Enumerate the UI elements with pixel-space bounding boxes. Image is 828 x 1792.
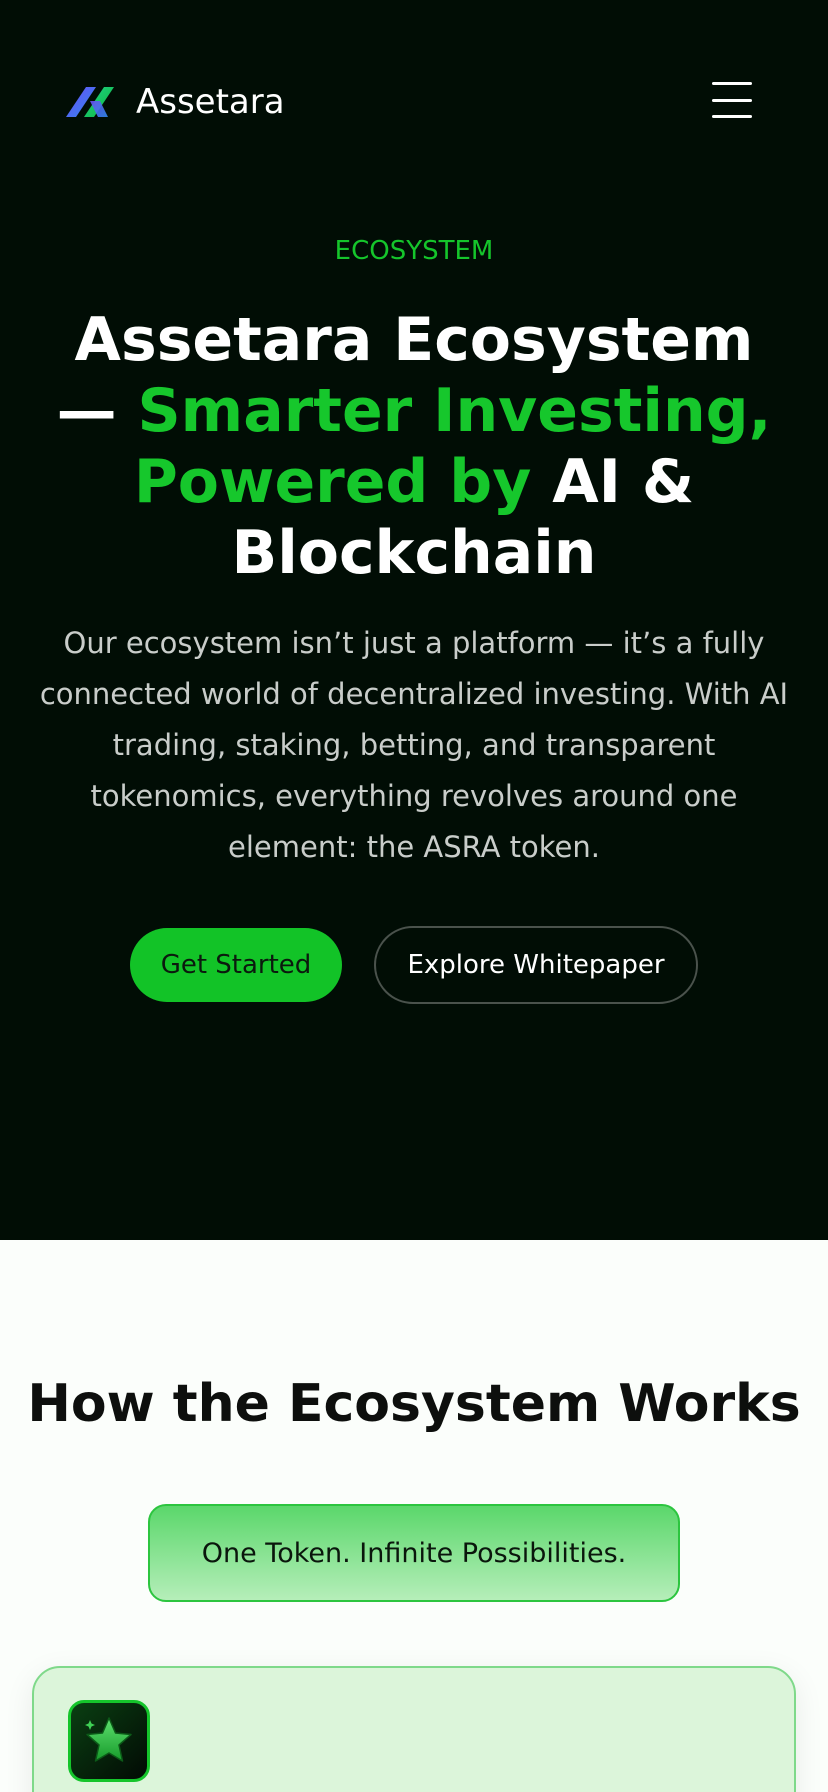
star-icon xyxy=(85,1717,132,1762)
card-icon-container xyxy=(68,1700,150,1782)
tagline-badge: One Token. Infinite Possibilities. xyxy=(148,1504,680,1602)
hamburger-menu-icon[interactable] xyxy=(712,82,752,118)
section-eyebrow: ECOSYSTEM xyxy=(334,236,494,266)
explore-whitepaper-button[interactable]: Explore Whitepaper xyxy=(374,926,698,1004)
ecosystem-section-title: How the Ecosystem Works xyxy=(27,1374,801,1434)
menu-line xyxy=(712,115,752,118)
brand-name: Assetara xyxy=(136,82,285,122)
hero-title: Assetara Ecosystem — Smarter Investing, … xyxy=(40,305,788,589)
assetara-logo-icon xyxy=(66,87,114,117)
hero-description: Our ecosystem isn’t just a platform — it… xyxy=(39,626,789,864)
feature-card xyxy=(32,1666,796,1792)
brand-logo[interactable]: Assetara xyxy=(64,82,285,122)
menu-line xyxy=(712,98,752,102)
hero-section: Assetara ECOSYSTEM Assetara Ecosystem — … xyxy=(0,0,828,1240)
get-started-button[interactable]: Get Started xyxy=(130,928,342,1002)
menu-line xyxy=(712,82,752,85)
